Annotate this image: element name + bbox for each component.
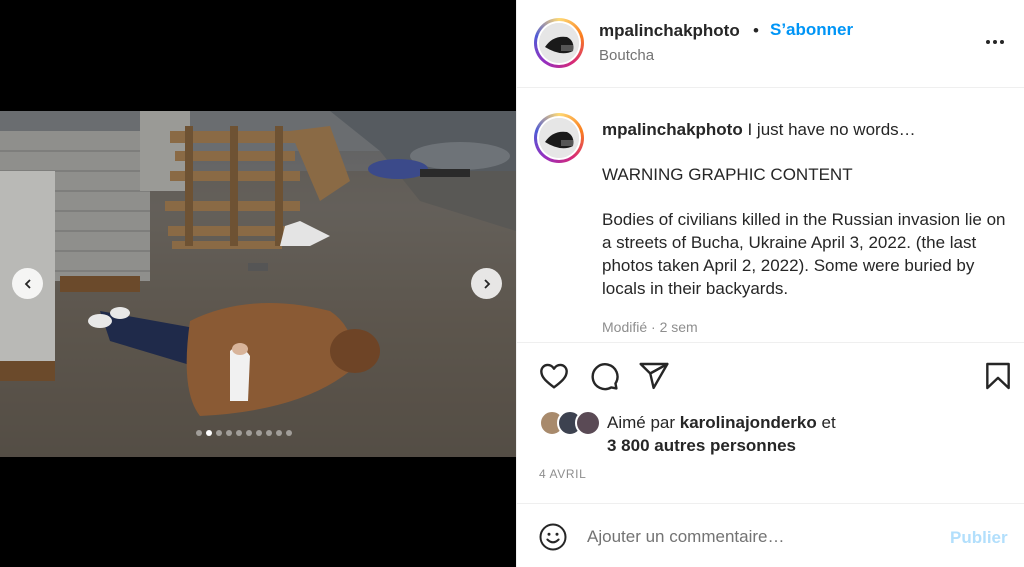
comment-input[interactable] <box>587 524 927 550</box>
likes-suffix: et <box>821 413 836 432</box>
carousel-dots <box>196 430 292 436</box>
likes-others-count[interactable]: 3 800 autres personnes <box>607 436 796 456</box>
likes-prefix: Aimé par <box>607 413 676 432</box>
post-detail-panel: mpalinchakphoto • S’abonner Boutcha mpal… <box>516 0 1024 567</box>
author-username[interactable]: mpalinchakphoto <box>599 21 740 41</box>
avatar-image <box>539 23 579 63</box>
bookmark-icon[interactable] <box>982 360 1014 392</box>
comment-bar: Publier <box>517 503 1024 567</box>
post-caption: mpalinchakphoto I just have no words… WA… <box>602 118 1014 300</box>
carousel-dot <box>276 430 282 436</box>
post-photo <box>0 111 516 457</box>
liker-avatar <box>575 410 601 436</box>
post-location[interactable]: Boutcha <box>599 47 654 64</box>
caption-line-3: Bodies of civilians killed in the Russia… <box>602 210 1006 298</box>
author-avatar[interactable] <box>534 18 584 68</box>
carousel-dot <box>246 430 252 436</box>
caption-line-2: WARNING GRAPHIC CONTENT <box>602 165 853 184</box>
carousel-dot <box>206 430 212 436</box>
caption-username[interactable]: mpalinchakphoto <box>602 120 743 139</box>
carousel-dot <box>286 430 292 436</box>
carousel-dot <box>226 430 232 436</box>
likes-line-1: Aimé par karolinajonderko et <box>607 413 836 433</box>
chevron-left-icon <box>24 278 31 289</box>
carousel-dot <box>266 430 272 436</box>
photo-illustration <box>0 111 516 457</box>
more-horizontal-icon[interactable] <box>983 30 1007 54</box>
paper-plane-icon[interactable] <box>638 360 670 392</box>
post-header: mpalinchakphoto • S’abonner Boutcha <box>517 0 1024 88</box>
publish-button[interactable]: Publier <box>950 528 1008 548</box>
liker-avatars[interactable] <box>539 410 603 436</box>
chevron-right-icon <box>483 278 490 289</box>
post-date[interactable]: 4 AVRIL <box>539 467 586 481</box>
action-bar <box>517 342 1024 402</box>
carousel-prev-button[interactable] <box>12 268 43 299</box>
carousel-dot <box>256 430 262 436</box>
likes-summary: Aimé par karolinajonderko et 3 800 autre… <box>539 408 1009 460</box>
smiley-icon[interactable] <box>538 522 568 552</box>
post-media-pane <box>0 0 516 567</box>
avatar-image <box>539 118 579 158</box>
carousel-dot <box>216 430 222 436</box>
caption-author-avatar[interactable] <box>534 113 584 163</box>
carousel-dot <box>196 430 202 436</box>
separator-dot: • <box>753 21 759 40</box>
heart-icon[interactable] <box>538 360 570 392</box>
comment-bubble-icon[interactable] <box>588 360 620 392</box>
caption-line-1: I just have no words… <box>747 120 916 139</box>
carousel-next-button[interactable] <box>471 268 502 299</box>
caption-edited-time: Modifié · 2 sem <box>602 319 698 335</box>
follow-button[interactable]: S’abonner <box>770 20 853 40</box>
liker-username[interactable]: karolinajonderko <box>680 413 817 432</box>
carousel-dot <box>236 430 242 436</box>
